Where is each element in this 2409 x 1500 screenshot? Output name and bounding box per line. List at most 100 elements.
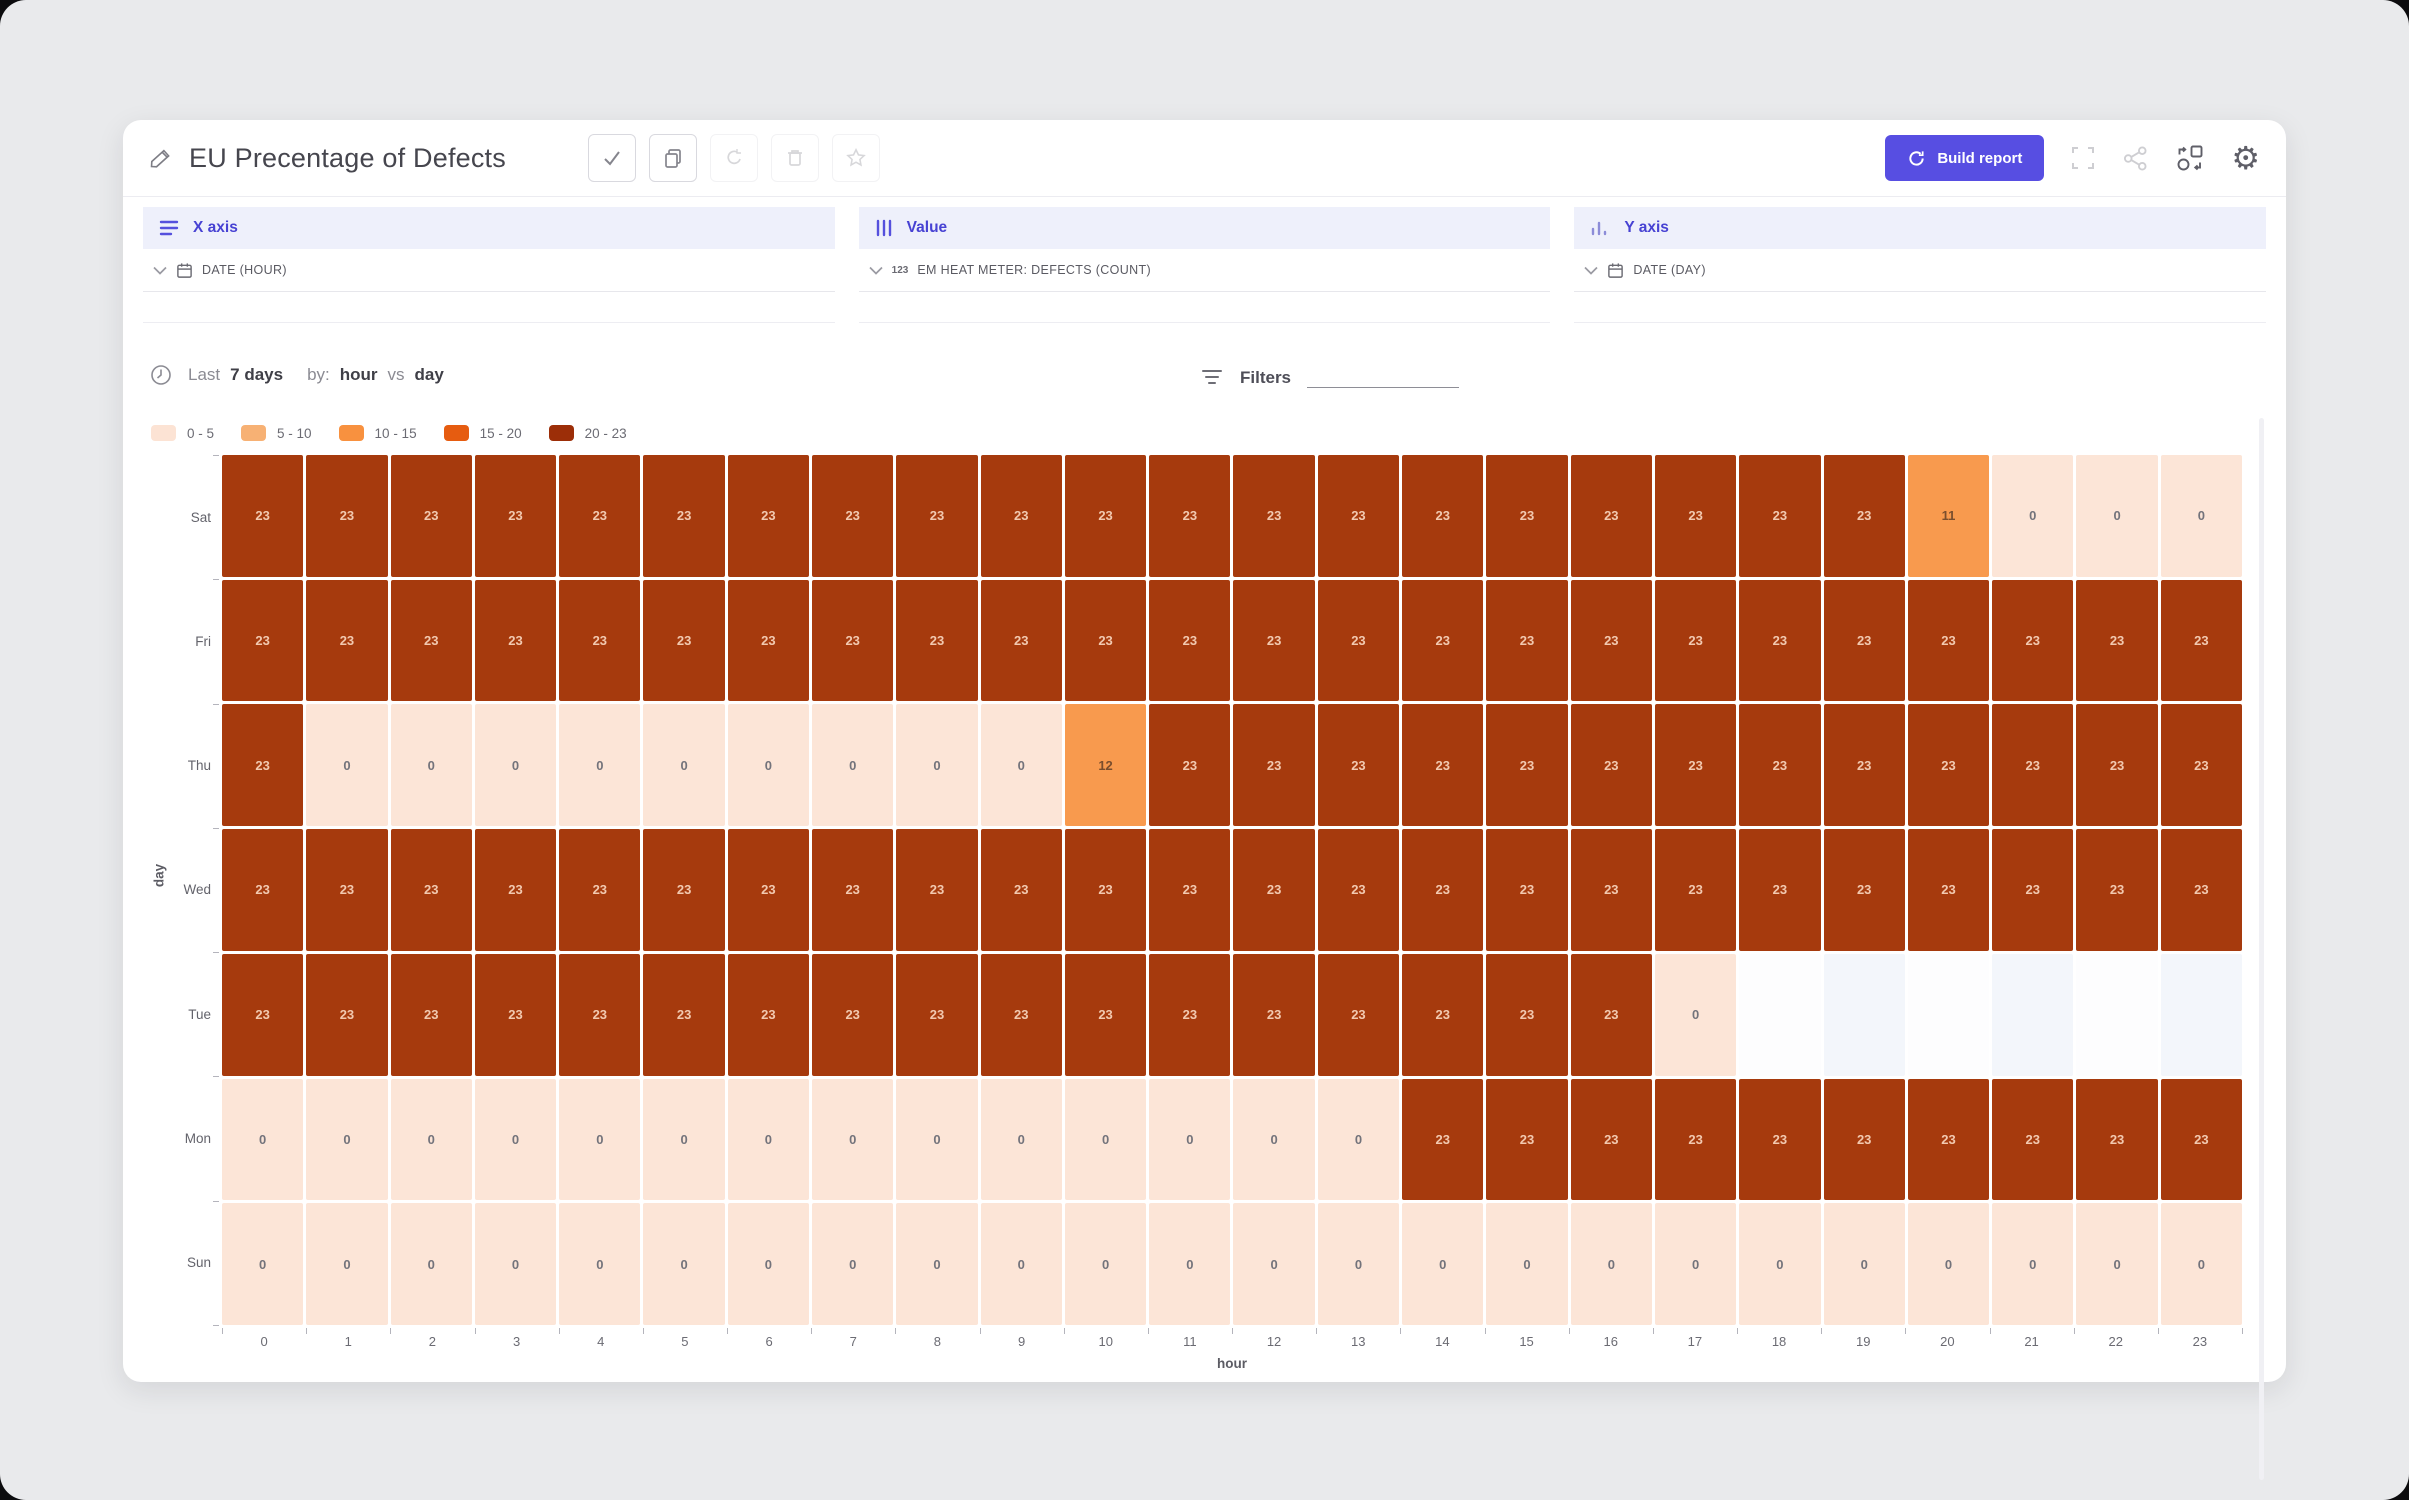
heatmap-cell[interactable]: 23 <box>390 579 472 702</box>
heatmap-cell[interactable]: 11 <box>1907 455 1990 577</box>
heatmap-cell[interactable]: 23 <box>896 953 978 1076</box>
heatmap-cell[interactable]: 23 <box>1486 579 1568 702</box>
heatmap-cell[interactable]: 0 <box>1992 455 2074 577</box>
heatmap-cell[interactable]: 23 <box>812 829 894 951</box>
heatmap-cell[interactable]: 23 <box>1486 704 1568 827</box>
heatmap-cell[interactable]: 23 <box>1570 1078 1652 1201</box>
heatmap-cell[interactable]: 0 <box>727 1203 810 1325</box>
heatmap-cell[interactable]: 23 <box>1486 1078 1568 1201</box>
heatmap-cell[interactable]: 23 <box>559 579 641 702</box>
heatmap-cell[interactable]: 23 <box>1149 704 1231 827</box>
vertical-scrollbar[interactable] <box>2259 418 2264 1480</box>
build-report-button[interactable]: Build report <box>1885 135 2045 181</box>
heatmap-cell[interactable]: 23 <box>1486 829 1568 951</box>
heatmap-cell[interactable]: 23 <box>1907 704 1990 827</box>
heatmap-cell[interactable]: 23 <box>1486 455 1568 577</box>
y-axis-field[interactable]: DATE (DAY) <box>1574 249 2267 292</box>
heatmap-cell[interactable]: 23 <box>1992 579 2074 702</box>
heatmap-cell[interactable]: 23 <box>2076 1078 2158 1201</box>
legend-item[interactable]: 0 - 5 <box>151 425 214 441</box>
heatmap-cell[interactable]: 23 <box>812 953 894 1076</box>
heatmap-cell[interactable]: 23 <box>222 704 304 827</box>
settings-gear-icon[interactable]: ⚙ <box>2231 142 2260 174</box>
heatmap-cell[interactable]: 0 <box>812 1078 894 1201</box>
heatmap-cell[interactable]: 23 <box>474 829 557 951</box>
heatmap-cell[interactable]: 23 <box>727 953 810 1076</box>
legend-item[interactable]: 10 - 15 <box>338 425 417 441</box>
heatmap-cell[interactable]: 23 <box>1907 829 1990 951</box>
heatmap-cell[interactable]: 0 <box>1739 1203 1821 1325</box>
heatmap-cell[interactable]: 23 <box>1149 829 1231 951</box>
heatmap-cell[interactable]: 23 <box>222 455 304 577</box>
heatmap-cell[interactable]: 0 <box>390 704 472 827</box>
heatmap-cell[interactable]: 0 <box>559 704 641 827</box>
heatmap-cell[interactable]: 23 <box>812 579 894 702</box>
heatmap-cell[interactable]: 0 <box>1317 1203 1400 1325</box>
heatmap-cell[interactable]: 23 <box>1907 1078 1990 1201</box>
heatmap-cell[interactable]: 0 <box>2160 455 2242 577</box>
period-value[interactable]: 7 days <box>230 365 283 385</box>
heatmap-cell[interactable]: 23 <box>2160 1078 2242 1201</box>
heatmap-cell[interactable]: 23 <box>812 455 894 577</box>
heatmap-cell[interactable] <box>2160 953 2242 1076</box>
edit-pencil-icon[interactable] <box>149 146 173 170</box>
heatmap-cell[interactable]: 0 <box>2076 455 2158 577</box>
heatmap-cell[interactable]: 0 <box>643 1203 725 1325</box>
heatmap-cell[interactable]: 23 <box>727 455 810 577</box>
x-unit[interactable]: hour <box>340 365 378 385</box>
heatmap-cell[interactable]: 23 <box>1402 704 1484 827</box>
heatmap-cell[interactable]: 23 <box>1570 953 1652 1076</box>
heatmap-cell[interactable]: 23 <box>1402 455 1484 577</box>
heatmap-cell[interactable]: 0 <box>1233 1078 1315 1201</box>
heatmap-cell[interactable] <box>1992 953 2074 1076</box>
heatmap-cell[interactable]: 23 <box>980 953 1062 1076</box>
heatmap-cell[interactable]: 0 <box>390 1078 472 1201</box>
heatmap-cell[interactable]: 23 <box>2160 579 2242 702</box>
heatmap-cell[interactable]: 23 <box>306 455 388 577</box>
duplicate-button[interactable] <box>648 134 697 182</box>
fullscreen-icon[interactable] <box>2070 145 2096 171</box>
heatmap-cell[interactable]: 0 <box>306 1203 388 1325</box>
heatmap-cell[interactable]: 23 <box>980 455 1062 577</box>
heatmap-cell[interactable]: 23 <box>1233 579 1315 702</box>
heatmap-cell[interactable]: 23 <box>1654 579 1737 702</box>
heatmap-cell[interactable]: 23 <box>1739 704 1821 827</box>
heatmap-cell[interactable]: 23 <box>2076 829 2158 951</box>
heatmap-cell[interactable]: 23 <box>1233 953 1315 1076</box>
heatmap-cell[interactable]: 23 <box>1064 953 1147 1076</box>
heatmap-cell[interactable]: 0 <box>1654 953 1737 1076</box>
heatmap-cell[interactable]: 23 <box>1654 829 1737 951</box>
heatmap-cell[interactable]: 0 <box>2160 1203 2242 1325</box>
heatmap-cell[interactable]: 23 <box>1739 829 1821 951</box>
x-axis-field[interactable]: DATE (HOUR) <box>143 249 835 292</box>
heatmap-cell[interactable]: 23 <box>559 953 641 1076</box>
heatmap-cell[interactable]: 23 <box>2076 704 2158 827</box>
heatmap-cell[interactable]: 23 <box>980 579 1062 702</box>
heatmap-cell[interactable]: 23 <box>1402 1078 1484 1201</box>
heatmap-cell[interactable]: 0 <box>643 704 725 827</box>
confirm-button[interactable] <box>587 134 636 182</box>
heatmap-cell[interactable]: 23 <box>1402 579 1484 702</box>
heatmap-cell[interactable]: 23 <box>1149 579 1231 702</box>
heatmap-cell[interactable]: 0 <box>1064 1078 1147 1201</box>
heatmap-cell[interactable]: 23 <box>474 455 557 577</box>
heatmap-cell[interactable]: 23 <box>1654 704 1737 827</box>
heatmap-cell[interactable]: 23 <box>1233 455 1315 577</box>
heatmap-cell[interactable]: 23 <box>1317 953 1400 1076</box>
heatmap-cell[interactable]: 23 <box>980 829 1062 951</box>
heatmap-cell[interactable]: 23 <box>559 455 641 577</box>
heatmap-cell[interactable]: 23 <box>1654 455 1737 577</box>
heatmap-cell[interactable]: 0 <box>306 1078 388 1201</box>
heatmap-cell[interactable]: 23 <box>643 455 725 577</box>
heatmap-cell[interactable]: 0 <box>1064 1203 1147 1325</box>
heatmap-cell[interactable]: 23 <box>390 829 472 951</box>
heatmap-cell[interactable]: 23 <box>643 953 725 1076</box>
heatmap-cell[interactable]: 0 <box>474 704 557 827</box>
heatmap-cell[interactable]: 0 <box>980 1203 1062 1325</box>
heatmap-cell[interactable]: 23 <box>1823 704 1905 827</box>
legend-item[interactable]: 5 - 10 <box>241 425 312 441</box>
panel-empty-slot[interactable] <box>1574 292 2267 323</box>
heatmap-cell[interactable]: 23 <box>1317 455 1400 577</box>
heatmap-cell[interactable]: 0 <box>559 1203 641 1325</box>
heatmap-cell[interactable]: 0 <box>812 704 894 827</box>
